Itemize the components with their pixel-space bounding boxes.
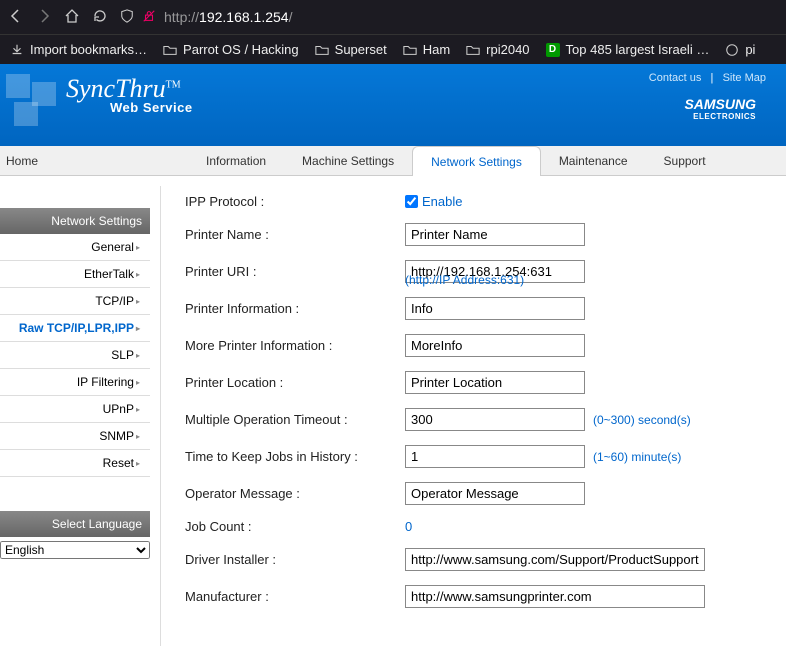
sidebar: Network Settings General▸ EtherTalk▸ TCP… — [0, 176, 150, 646]
bookmark-link[interactable]: DTop 485 largest Israeli … — [542, 39, 714, 60]
bookmarks-bar: Import bookmarks… Parrot OS / Hacking Su… — [0, 34, 786, 64]
chevron-right-icon: ▸ — [136, 270, 140, 279]
language-title: Select Language — [0, 511, 150, 537]
printer-uri-label: Printer URI : — [185, 264, 405, 279]
lock-insecure-icon — [142, 9, 156, 26]
driver-input[interactable] — [405, 548, 705, 571]
chevron-right-icon: ▸ — [136, 432, 140, 441]
enable-label: Enable — [422, 194, 462, 209]
nav-network-settings[interactable]: Network Settings — [412, 146, 541, 176]
ipp-protocol-label: IPP Protocol : — [185, 194, 405, 209]
sidebar-title: Network Settings — [0, 208, 150, 234]
jobcount-label: Job Count : — [185, 519, 405, 534]
timeout-input[interactable] — [405, 408, 585, 431]
samsung-logo: SAMSUNG ELECTRONICS — [684, 96, 756, 121]
more-info-label: More Printer Information : — [185, 338, 405, 353]
nav-information[interactable]: Information — [188, 146, 284, 175]
bookmark-folder[interactable]: rpi2040 — [462, 39, 533, 60]
bookmark-link[interactable]: pi — [721, 39, 759, 60]
timeout-label: Multiple Operation Timeout : — [185, 412, 405, 427]
logo: SyncThruTM Web Service — [6, 74, 193, 126]
jobcount-value: 0 — [405, 519, 412, 534]
sidebar-item-rawtcpip[interactable]: Raw TCP/IP,LPR,IPP▸ — [0, 315, 150, 342]
contact-link[interactable]: Contact us — [649, 72, 702, 84]
nav-home[interactable]: Home — [0, 146, 56, 175]
printer-info-input[interactable] — [405, 297, 585, 320]
sidebar-item-upnp[interactable]: UPnP▸ — [0, 396, 150, 423]
printer-name-input[interactable] — [405, 223, 585, 246]
chevron-right-icon: ▸ — [136, 324, 140, 333]
bookmark-folder[interactable]: Parrot OS / Hacking — [159, 39, 303, 60]
bookmark-folder[interactable]: Superset — [311, 39, 391, 60]
sidebar-item-reset[interactable]: Reset▸ — [0, 450, 150, 477]
history-hint: (1~60) minute(s) — [593, 450, 681, 464]
ipp-enable-checkbox[interactable] — [405, 195, 418, 208]
main-form: IPP Protocol : Enable Printer Name : Pri… — [160, 186, 786, 646]
header-top-links: Contact us | Site Map — [649, 72, 766, 84]
chevron-right-icon: ▸ — [136, 459, 140, 468]
import-bookmarks[interactable]: Import bookmarks… — [6, 39, 151, 60]
sidebar-item-ipfiltering[interactable]: IP Filtering▸ — [0, 369, 150, 396]
timeout-hint: (0~300) second(s) — [593, 413, 691, 427]
shield-icon — [120, 9, 134, 26]
sidebar-item-tcpip[interactable]: TCP/IP▸ — [0, 288, 150, 315]
chevron-right-icon: ▸ — [136, 243, 140, 252]
manufacturer-label: Manufacturer : — [185, 589, 405, 604]
language-select[interactable]: English — [0, 541, 150, 559]
location-label: Printer Location : — [185, 375, 405, 390]
chevron-right-icon: ▸ — [136, 405, 140, 414]
more-info-input[interactable] — [405, 334, 585, 357]
driver-label: Driver Installer : — [185, 552, 405, 567]
reload-icon[interactable] — [92, 8, 108, 27]
printer-name-label: Printer Name : — [185, 227, 405, 242]
logo-icon — [6, 74, 58, 126]
forward-icon[interactable] — [36, 8, 52, 27]
chevron-right-icon: ▸ — [136, 378, 140, 387]
location-input[interactable] — [405, 371, 585, 394]
main-nav: Home Information Machine Settings Networ… — [0, 146, 786, 176]
printer-info-label: Printer Information : — [185, 301, 405, 316]
sitemap-link[interactable]: Site Map — [723, 72, 766, 84]
operator-label: Operator Message : — [185, 486, 405, 501]
url-text: http://192.168.1.254/ — [164, 9, 292, 25]
chevron-right-icon: ▸ — [136, 297, 140, 306]
sidebar-item-snmp[interactable]: SNMP▸ — [0, 423, 150, 450]
sidebar-item-slp[interactable]: SLP▸ — [0, 342, 150, 369]
chevron-right-icon: ▸ — [136, 351, 140, 360]
operator-input[interactable] — [405, 482, 585, 505]
browser-toolbar: http://192.168.1.254/ — [0, 0, 786, 34]
history-input[interactable] — [405, 445, 585, 468]
sidebar-item-general[interactable]: General▸ — [0, 234, 150, 261]
url-bar[interactable]: http://192.168.1.254/ — [120, 9, 778, 26]
bookmark-folder[interactable]: Ham — [399, 39, 454, 60]
nav-maintenance[interactable]: Maintenance — [541, 146, 646, 175]
back-icon[interactable] — [8, 8, 24, 27]
home-icon[interactable] — [64, 8, 80, 27]
history-label: Time to Keep Jobs in History : — [185, 449, 405, 464]
manufacturer-input[interactable] — [405, 585, 705, 608]
sidebar-item-ethertalk[interactable]: EtherTalk▸ — [0, 261, 150, 288]
nav-support[interactable]: Support — [646, 146, 724, 175]
page-header: Contact us | Site Map SyncThruTM Web Ser… — [0, 64, 786, 146]
nav-machine-settings[interactable]: Machine Settings — [284, 146, 412, 175]
